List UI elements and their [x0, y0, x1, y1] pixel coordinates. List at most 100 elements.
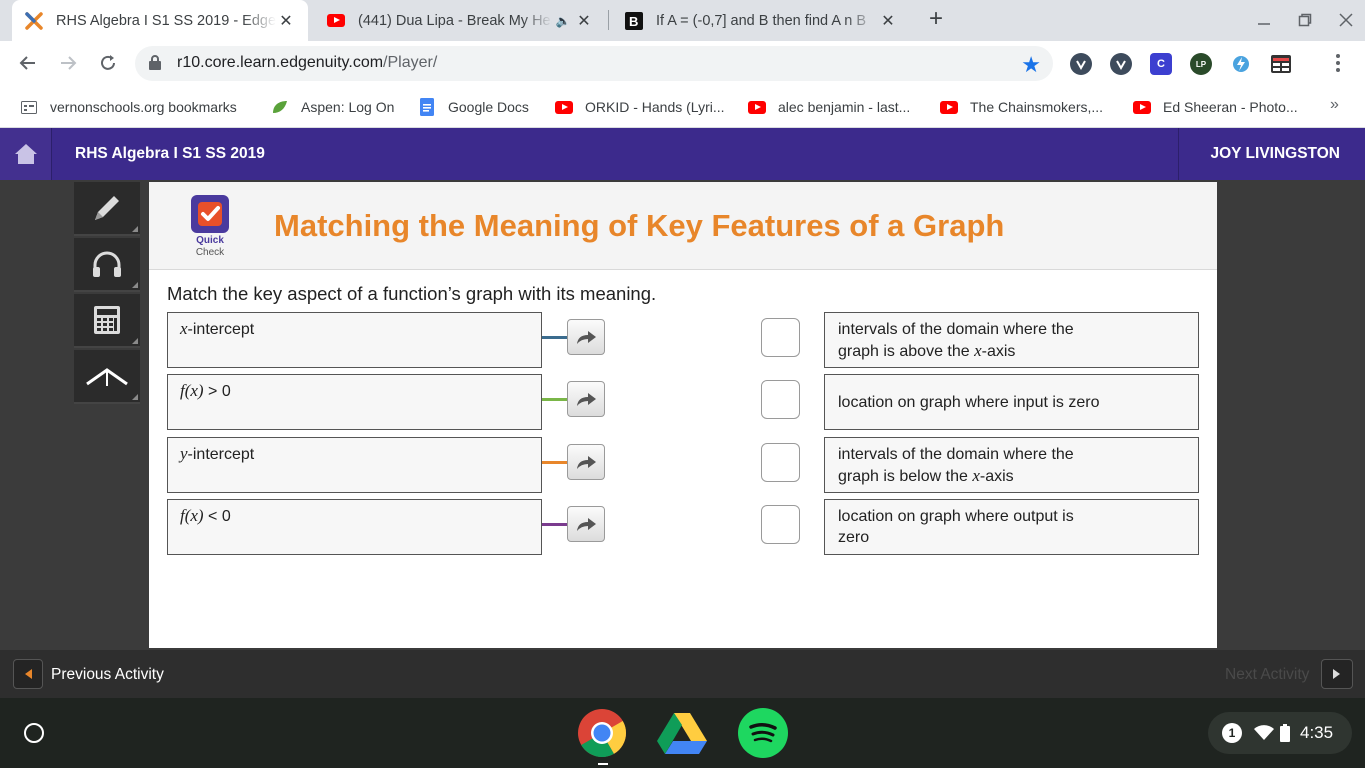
- meaning-box: location on graph where output is zero: [824, 499, 1199, 555]
- chrome-app-icon[interactable]: [577, 708, 627, 758]
- tab-brainly[interactable]: B If A = (-0,7] and B then find A n B ✕: [612, 0, 908, 41]
- meaning-box: intervals of the domain where the graph i…: [824, 312, 1199, 368]
- previous-activity-label[interactable]: Previous Activity: [51, 666, 164, 684]
- arrow-left-icon: [25, 669, 32, 679]
- drag-arrow-button[interactable]: [567, 319, 605, 355]
- drag-arrow-button[interactable]: [567, 444, 605, 480]
- youtube-icon: [940, 100, 958, 114]
- bookmark-youtube[interactable]: The Chainsmokers,...: [940, 97, 1103, 117]
- reload-icon[interactable]: [96, 51, 120, 75]
- url-text: r10.core.learn.edgenuity.com/Player/: [177, 54, 438, 71]
- bookmark-label: vernonschools.org bookmarks: [50, 99, 237, 115]
- drive-app-icon[interactable]: [657, 708, 707, 758]
- collapse-tool[interactable]: [74, 350, 140, 404]
- youtube-icon: [555, 100, 573, 114]
- user-name: JOY LIVINGSTON: [1210, 145, 1341, 162]
- term-box: f(x) < 0: [167, 499, 542, 555]
- drop-target[interactable]: [761, 318, 800, 357]
- extension-lp-icon[interactable]: LP: [1190, 53, 1212, 75]
- curved-arrow-icon: [577, 518, 596, 531]
- audio-tool[interactable]: [74, 238, 140, 292]
- curved-arrow-icon: [577, 393, 596, 406]
- close-tab-icon[interactable]: ✕: [878, 11, 898, 31]
- activity-content: Quick Check Matching the Meaning of Key …: [149, 182, 1217, 648]
- status-tray[interactable]: 1 4:35: [1208, 712, 1352, 754]
- bookmark-label: Ed Sheeran - Photo...: [1163, 99, 1298, 115]
- bookmark-youtube[interactable]: alec benjamin - last...: [748, 97, 910, 117]
- new-tab-button[interactable]: +: [924, 7, 948, 32]
- connector-line: [542, 523, 568, 526]
- previous-activity-button[interactable]: [13, 659, 43, 689]
- term-box: x-intercept: [167, 312, 542, 368]
- tab-title: If A = (-0,7] and B then find A n B: [656, 12, 866, 29]
- meaning-box: location on graph where input is zero: [824, 374, 1199, 430]
- bookmark-aspen[interactable]: Aspen: Log On: [271, 97, 394, 117]
- tab-youtube[interactable]: (441) Dua Lipa - Break My Heart 🔈 ✕: [314, 0, 604, 41]
- connector-line: [542, 398, 568, 401]
- back-icon[interactable]: [16, 51, 40, 75]
- extension-shield-icon[interactable]: [1070, 53, 1092, 75]
- term-box: y-intercept: [167, 437, 542, 493]
- extension-c-icon[interactable]: C: [1150, 53, 1172, 75]
- drag-arrow-button[interactable]: [567, 506, 605, 542]
- drop-target[interactable]: [761, 443, 800, 482]
- calculator-tool[interactable]: [74, 294, 140, 348]
- extension-bolt-icon[interactable]: [1230, 53, 1252, 75]
- browser-menu-icon[interactable]: [1328, 51, 1348, 75]
- bookmark-google-docs[interactable]: Google Docs: [418, 97, 529, 117]
- battery-icon: [1280, 724, 1290, 742]
- clock: 4:35: [1300, 723, 1334, 742]
- brainly-favicon-icon: B: [624, 11, 644, 31]
- forward-icon[interactable]: [56, 51, 80, 75]
- quick-check-label: Quick Check: [195, 235, 225, 258]
- quick-check-icon: [191, 195, 229, 233]
- bookmark-label: ORKID - Hands (Lyri...: [585, 99, 725, 115]
- user-menu[interactable]: JOY LIVINGSTON: [1178, 128, 1365, 180]
- next-activity-button[interactable]: [1321, 659, 1353, 689]
- close-tab-icon[interactable]: ✕: [276, 11, 296, 31]
- close-tab-icon[interactable]: ✕: [574, 11, 594, 31]
- bookmark-youtube[interactable]: ORKID - Hands (Lyri...: [555, 97, 725, 117]
- connector-line: [542, 461, 568, 464]
- restore-icon[interactable]: [1295, 10, 1315, 30]
- curved-arrow-icon: [577, 456, 596, 469]
- activity-title: Matching the Meaning of Key Features of …: [274, 208, 1005, 243]
- youtube-icon: [748, 100, 766, 114]
- folder-icon: [20, 100, 38, 114]
- extension-shield-icon[interactable]: [1110, 53, 1132, 75]
- chevron-up-icon: [86, 368, 128, 386]
- tab-edgenuity[interactable]: RHS Algebra I S1 SS 2019 - Edgenuity ✕: [12, 0, 308, 41]
- bookmark-folder[interactable]: vernonschools.org bookmarks: [20, 97, 237, 117]
- speaker-icon[interactable]: 🔈: [552, 11, 574, 31]
- launcher-icon[interactable]: [24, 723, 44, 743]
- activity-header: Quick Check Matching the Meaning of Key …: [149, 182, 1217, 270]
- home-button[interactable]: [0, 128, 52, 180]
- extension-table-icon[interactable]: [1270, 53, 1292, 75]
- bookmark-label: Google Docs: [448, 99, 529, 115]
- docs-icon: [418, 98, 436, 116]
- address-bar[interactable]: r10.core.learn.edgenuity.com/Player/ ★: [135, 46, 1053, 81]
- pencil-tool[interactable]: [74, 182, 140, 236]
- bookmark-youtube[interactable]: Ed Sheeran - Photo...: [1133, 97, 1298, 117]
- close-window-icon[interactable]: [1336, 10, 1356, 30]
- tab-title: RHS Algebra I S1 SS 2019 - Edgenuity: [56, 12, 276, 29]
- drag-arrow-button[interactable]: [567, 381, 605, 417]
- curved-arrow-icon: [577, 331, 596, 344]
- bookmarks-overflow-icon[interactable]: »: [1330, 96, 1339, 114]
- tab-title: (441) Dua Lipa - Break My Heart: [358, 12, 552, 29]
- wifi-icon: [1254, 725, 1274, 740]
- drop-target[interactable]: [761, 380, 800, 419]
- bookmark-star-icon[interactable]: ★: [1021, 52, 1041, 78]
- course-title: RHS Algebra I S1 SS 2019: [75, 145, 265, 162]
- headphones-icon: [93, 251, 121, 277]
- svg-text:B: B: [629, 14, 638, 29]
- leaf-icon: [271, 100, 289, 114]
- youtube-favicon-icon: [326, 11, 346, 31]
- minimize-icon[interactable]: [1254, 10, 1274, 30]
- drop-target[interactable]: [761, 505, 800, 544]
- spotify-app-icon[interactable]: [738, 708, 788, 758]
- tool-sidebar: [74, 182, 140, 406]
- browser-toolbar: r10.core.learn.edgenuity.com/Player/ ★ C…: [0, 41, 1365, 86]
- tab-separator: [608, 10, 609, 30]
- tab-strip: RHS Algebra I S1 SS 2019 - Edgenuity ✕ (…: [0, 0, 1365, 41]
